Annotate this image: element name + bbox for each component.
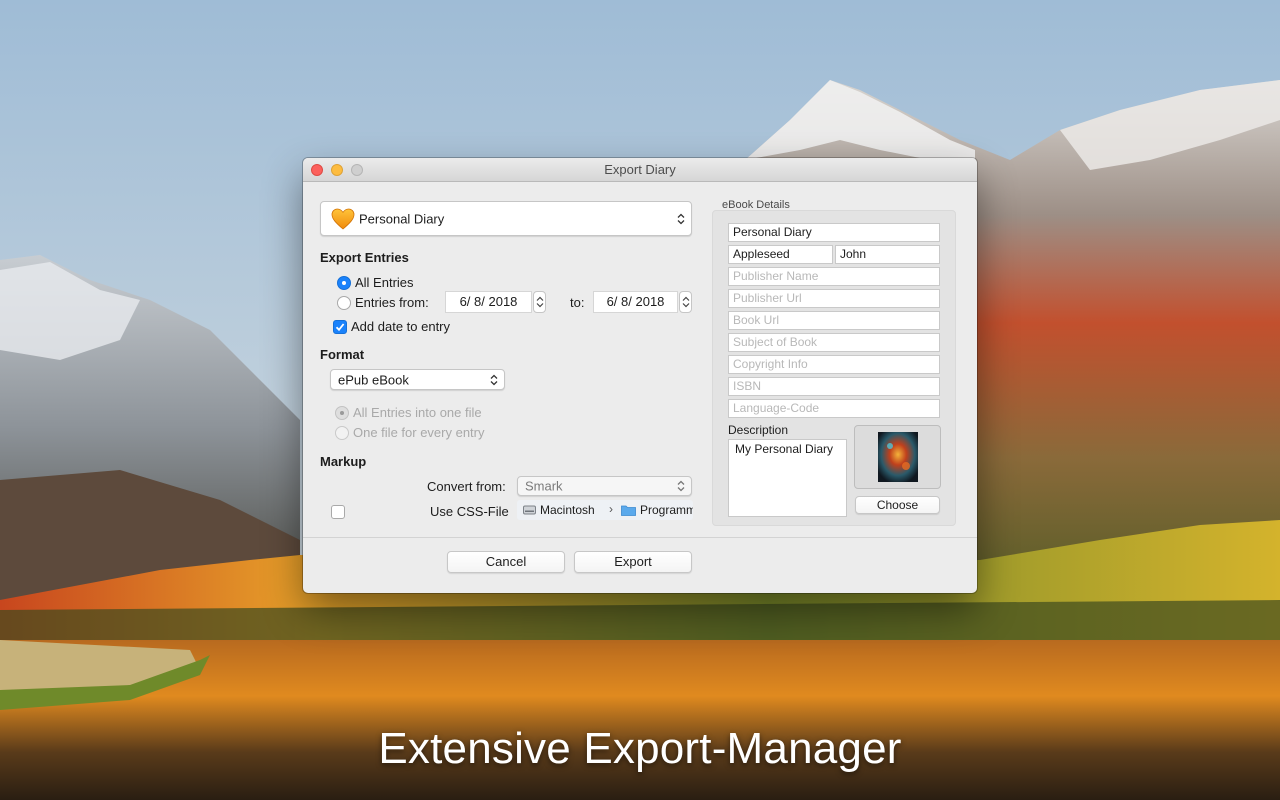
add-date-checkbox[interactable] [333, 320, 347, 334]
updown-chevron-icon [677, 480, 685, 492]
copyright-field[interactable]: Copyright Info [728, 355, 940, 374]
from-date-field[interactable]: 6/ 8/ 2018 [445, 291, 532, 313]
title-bar[interactable]: Export Diary [303, 158, 977, 182]
updown-chevron-icon [490, 374, 498, 385]
all-into-one-radio[interactable] [335, 406, 349, 420]
to-label: to: [570, 295, 585, 310]
checkmark-icon [335, 323, 345, 332]
all-into-one-label: All Entries into one file [353, 405, 482, 420]
description-label: Description [728, 423, 789, 437]
marketing-caption: Extensive Export-Manager [378, 724, 902, 773]
all-entries-radio[interactable] [337, 276, 351, 290]
author-last-name-field[interactable]: Appleseed [728, 245, 833, 264]
format-select[interactable]: ePub eBook [330, 369, 505, 390]
path-separator-icon: › [609, 502, 613, 516]
convert-from-select[interactable]: Smark [517, 476, 692, 496]
export-button[interactable]: Export [574, 551, 692, 573]
hard-drive-icon [523, 505, 536, 515]
stepper-arrows-icon [536, 296, 544, 308]
publisher-name-field[interactable]: Publisher Name [728, 267, 940, 286]
footer-divider [303, 537, 977, 538]
entries-from-radio[interactable] [337, 296, 351, 310]
cover-image-icon [878, 432, 918, 482]
stepper-arrows-icon [682, 296, 690, 308]
cancel-button[interactable]: Cancel [447, 551, 565, 573]
convert-from-value: Smark [525, 478, 563, 494]
from-date-stepper[interactable] [533, 291, 546, 313]
export-entries-heading: Export Entries [320, 250, 409, 265]
updown-chevron-icon [677, 213, 685, 224]
folder-icon [621, 505, 636, 516]
export-diary-window: Export Diary Personal Diary Export Entri… [303, 158, 977, 593]
window-title: Export Diary [604, 162, 676, 177]
author-first-name-field[interactable]: John [835, 245, 940, 264]
description-textarea[interactable]: My Personal Diary [728, 439, 847, 517]
book-url-field[interactable]: Book Url [728, 311, 940, 330]
heart-icon [331, 208, 355, 230]
use-css-checkbox[interactable] [331, 505, 345, 519]
convert-from-label: Convert from: [427, 479, 506, 494]
diary-select[interactable]: Personal Diary [320, 201, 692, 236]
to-date-field[interactable]: 6/ 8/ 2018 [593, 291, 678, 313]
choose-cover-button[interactable]: Choose [855, 496, 940, 514]
add-date-label: Add date to entry [351, 319, 451, 334]
all-entries-label: All Entries [355, 275, 414, 290]
markup-heading: Markup [320, 454, 367, 469]
use-css-label: Use CSS-File [430, 504, 509, 519]
to-date-stepper[interactable] [679, 291, 692, 313]
format-select-value: ePub eBook [338, 372, 409, 387]
publisher-url-field[interactable]: Publisher Url [728, 289, 940, 308]
entries-from-label: Entries from: [355, 295, 429, 310]
css-path-control[interactable]: Macintosh › Programme [517, 500, 693, 520]
path-segment-folder[interactable]: Programme [640, 503, 693, 517]
cover-image-well[interactable] [854, 425, 941, 489]
isbn-field[interactable]: ISBN [728, 377, 940, 396]
book-title-field[interactable]: Personal Diary [728, 223, 940, 242]
diary-select-value: Personal Diary [359, 211, 445, 226]
path-segment-drive[interactable]: Macintosh [540, 503, 595, 517]
one-per-entry-radio[interactable] [335, 426, 349, 440]
subject-field[interactable]: Subject of Book [728, 333, 940, 352]
one-per-entry-label: One file for every entry [353, 425, 485, 440]
format-heading: Format [320, 347, 365, 362]
language-code-field[interactable]: Language-Code [728, 399, 940, 418]
